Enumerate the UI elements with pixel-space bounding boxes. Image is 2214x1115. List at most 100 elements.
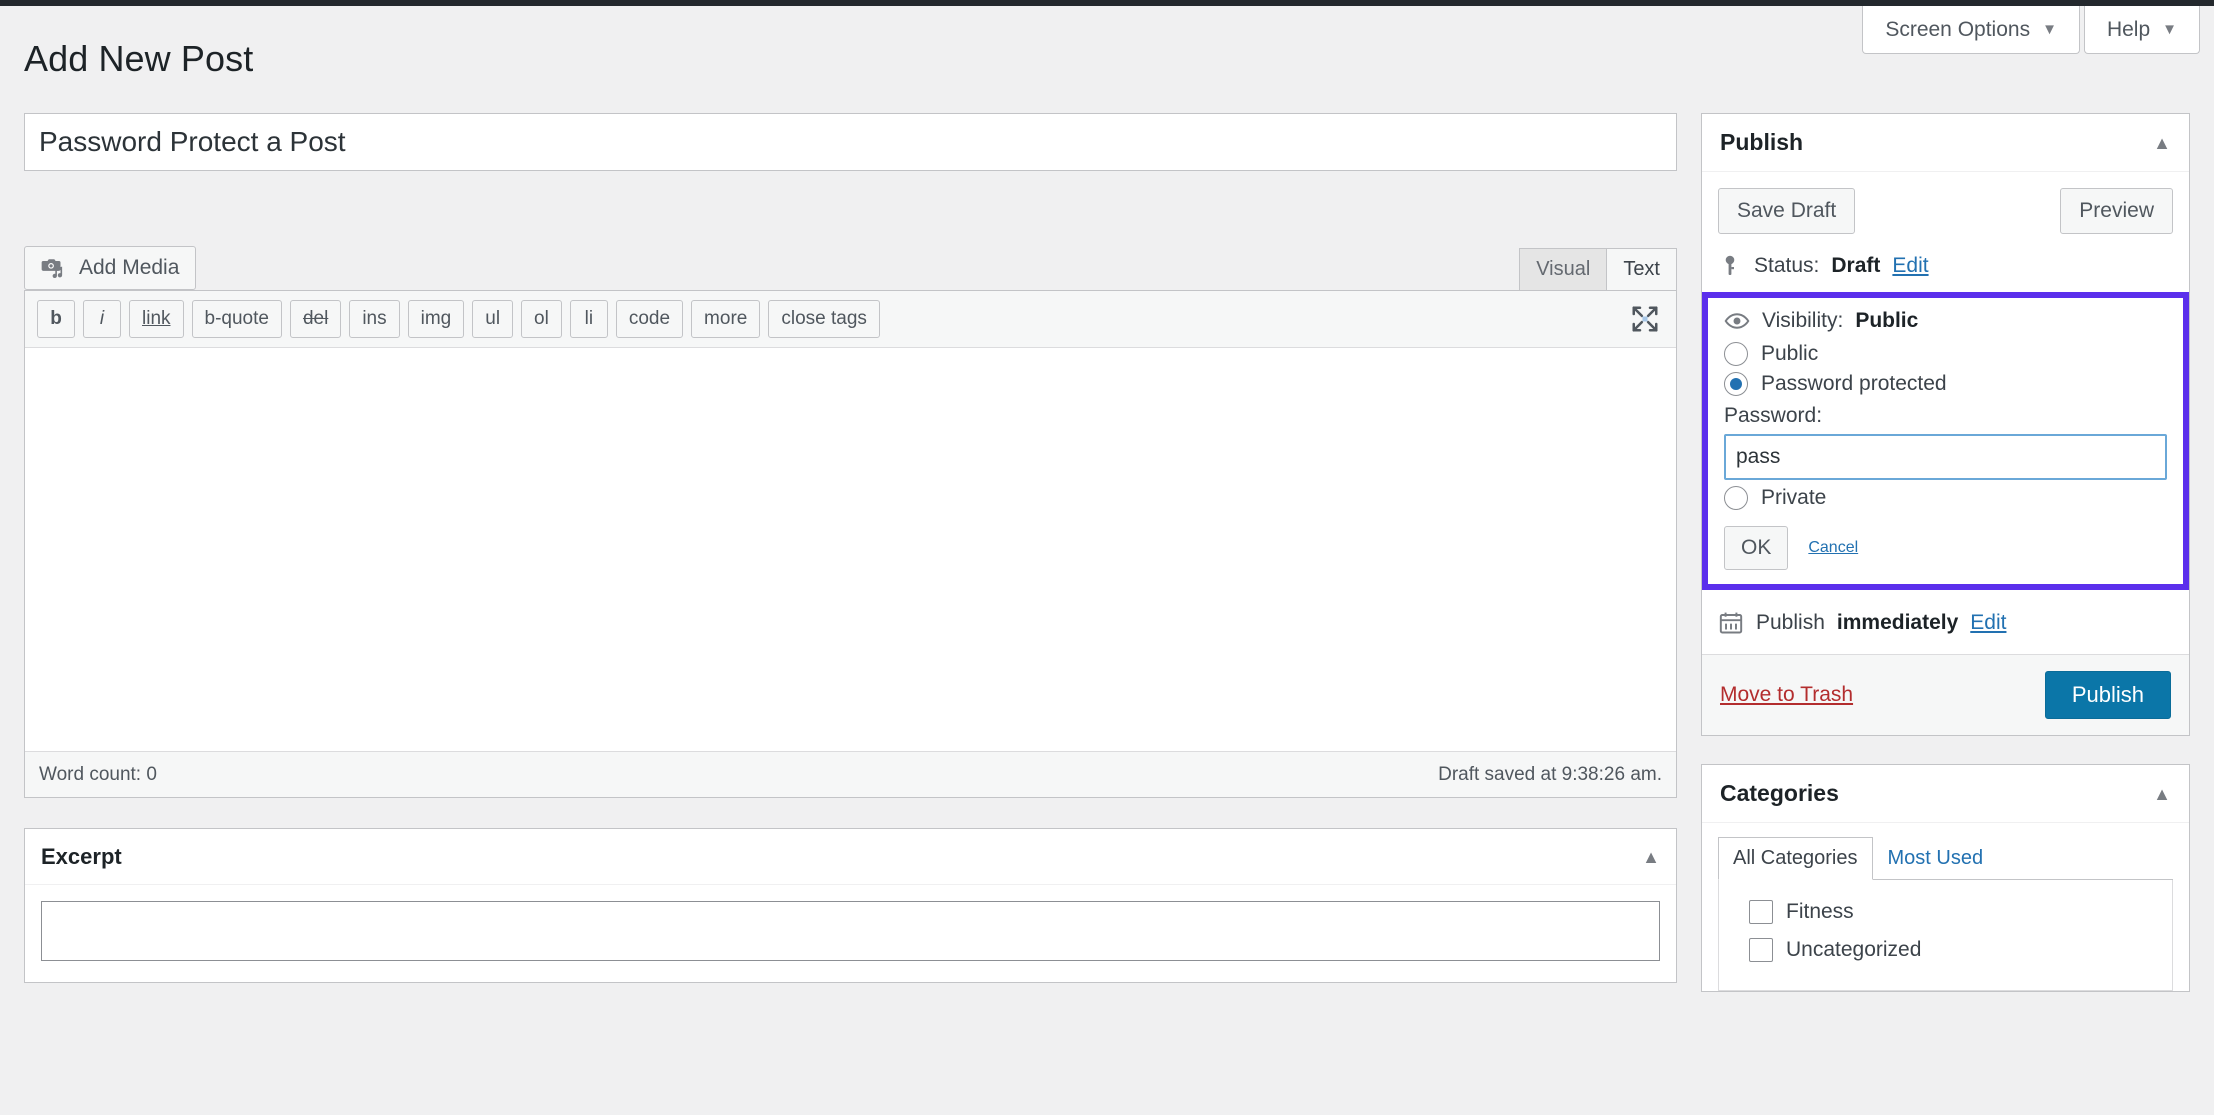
quicktag-del[interactable]: del <box>289 300 342 338</box>
publish-title: Publish <box>1720 129 1804 155</box>
editor-mode-tabs: Visual Text <box>1519 248 1677 290</box>
edit-publish-date-link[interactable]: Edit <box>1970 611 2006 635</box>
category-item-fitness[interactable]: Fitness <box>1749 900 2156 924</box>
checkbox-fitness[interactable] <box>1749 900 1773 924</box>
help-label: Help <box>2106 17 2151 41</box>
quicktag-li[interactable]: li <box>569 300 608 338</box>
chevron-down-icon: ▼ <box>2042 21 2057 38</box>
post-body-column: Add Media Visual Text b i link b-quote d… <box>24 113 1677 983</box>
radio-private[interactable] <box>1724 486 1748 510</box>
screen-options-label: Screen Options <box>1885 17 2031 41</box>
publish-major-actions: Move to Trash Publish <box>1702 654 2189 735</box>
tab-visual[interactable]: Visual <box>1519 248 1608 290</box>
word-count-label: Word count: 0 <box>39 763 157 785</box>
editor-wrap: Add Media Visual Text b i link b-quote d… <box>24 234 1677 798</box>
radio-public[interactable] <box>1724 342 1748 366</box>
category-label: Uncategorized <box>1786 938 1922 961</box>
chevron-up-icon[interactable]: ▲ <box>2153 785 2171 803</box>
visibility-value: Public <box>1855 309 1919 332</box>
post-password-input[interactable] <box>1724 434 2167 480</box>
quicktag-code[interactable]: code <box>615 300 684 338</box>
chevron-up-icon[interactable]: ▲ <box>2153 134 2171 152</box>
quicktag-b[interactable]: b <box>37 300 75 338</box>
add-media-label: Add Media <box>79 256 180 279</box>
categories-tabs: All Categories Most Used <box>1718 837 2173 880</box>
chevron-down-icon: ▼ <box>2162 21 2177 38</box>
quicktag-img[interactable]: img <box>407 300 465 338</box>
edit-status-link[interactable]: Edit <box>1892 254 1928 278</box>
category-label: Fitness <box>1786 900 1854 923</box>
radio-password-protected[interactable] <box>1724 372 1748 396</box>
post-status-row: Status: Draft Edit <box>1718 248 2173 292</box>
categories-inside: All Categories Most Used Fitness Uncateg… <box>1702 823 2189 991</box>
visibility-ok-button[interactable]: OK <box>1724 526 1789 570</box>
visibility-prefix-label: Visibility: <box>1762 309 1844 332</box>
fullscreen-toggle-button[interactable] <box>1628 302 1662 336</box>
visibility-confirm-row: OK Cancel <box>1724 526 2167 570</box>
screen-options-button[interactable]: Screen Options ▼ <box>1862 6 2080 54</box>
tab-all-categories[interactable]: All Categories <box>1718 837 1873 880</box>
draft-preview-row: Save Draft Preview <box>1718 188 2173 234</box>
quicktag-link[interactable]: link <box>129 300 184 338</box>
draft-saved-label: Draft saved at 9:38:26 am. <box>1438 763 1662 785</box>
publish-minor-actions: Save Draft Preview Status: Draft Edit Vi… <box>1702 172 2189 590</box>
visibility-option-private[interactable]: Private <box>1724 486 2167 510</box>
visibility-cancel-link[interactable]: Cancel <box>1808 539 1858 557</box>
post-title-wrap[interactable] <box>24 113 1677 171</box>
quicktag-close-tags[interactable]: close tags <box>768 300 880 338</box>
categories-list: Fitness Uncategorized <box>1718 880 2173 991</box>
category-item-uncategorized[interactable]: Uncategorized <box>1749 938 2156 962</box>
move-to-trash-link[interactable]: Move to Trash <box>1720 683 1853 707</box>
preview-button[interactable]: Preview <box>2060 188 2173 234</box>
eye-icon <box>1724 308 1750 334</box>
quicktag-i[interactable]: i <box>83 300 121 338</box>
key-icon <box>1718 254 1742 278</box>
status-value: Draft <box>1831 254 1881 277</box>
expand-arrows-icon <box>1630 304 1660 334</box>
sidebar-column: Publish ▲ Save Draft Preview Status: Dra… <box>1701 113 2190 992</box>
publish-button[interactable]: Publish <box>2044 671 2171 719</box>
visibility-row: Visibility: Public <box>1724 308 2167 334</box>
save-draft-button[interactable]: Save Draft <box>1718 188 1856 234</box>
tab-most-used[interactable]: Most Used <box>1873 837 1999 880</box>
categories-header[interactable]: Categories ▲ <box>1702 765 2189 823</box>
add-media-button[interactable]: Add Media <box>24 246 197 290</box>
excerpt-textarea[interactable] <box>41 901 1660 961</box>
status-prefix-label: Status: <box>1754 254 1820 277</box>
excerpt-title: Excerpt <box>41 843 122 869</box>
quicktags-toolbar: b i link b-quote del ins img ul ol li co… <box>25 291 1676 348</box>
excerpt-postbox: Excerpt ▲ <box>24 828 1677 983</box>
categories-title: Categories <box>1720 780 1839 806</box>
help-button[interactable]: Help ▼ <box>2083 6 2200 54</box>
excerpt-inside <box>25 885 1676 982</box>
quicktag-b-quote[interactable]: b-quote <box>191 300 282 338</box>
publish-date-prefix: Publish <box>1756 611 1825 634</box>
quicktag-more[interactable]: more <box>691 300 761 338</box>
visibility-option-public[interactable]: Public <box>1724 342 2167 366</box>
add-media-icon <box>41 255 67 281</box>
categories-postbox: Categories ▲ All Categories Most Used Fi… <box>1701 764 2190 992</box>
screen-meta-links: Screen Options ▼ Help ▼ <box>1862 6 2200 54</box>
editor-top-bar: Add Media Visual Text <box>24 234 1677 290</box>
visibility-option-private-label: Private <box>1761 486 1827 509</box>
publish-date-value: immediately <box>1836 611 1959 634</box>
quicktag-ins[interactable]: ins <box>349 300 400 338</box>
checkbox-uncategorized[interactable] <box>1749 938 1773 962</box>
calendar-icon <box>1718 610 1744 636</box>
chevron-up-icon[interactable]: ▲ <box>1642 848 1660 866</box>
publish-date-row: Publish immediately Edit <box>1702 590 2189 654</box>
publish-header[interactable]: Publish ▲ <box>1702 114 2189 172</box>
editor-status-bar: Word count: 0 Draft saved at 9:38:26 am. <box>25 751 1676 797</box>
quicktag-ol[interactable]: ol <box>521 300 562 338</box>
publish-postbox: Publish ▲ Save Draft Preview Status: Dra… <box>1701 113 2190 736</box>
editor-box: b i link b-quote del ins img ul ol li co… <box>24 290 1677 798</box>
visibility-option-public-label: Public <box>1761 342 1819 365</box>
excerpt-header[interactable]: Excerpt ▲ <box>25 829 1676 885</box>
post-title-input[interactable] <box>39 126 1662 158</box>
page-title: Add New Post <box>24 38 254 79</box>
quicktag-ul[interactable]: ul <box>472 300 514 338</box>
tab-text[interactable]: Text <box>1606 248 1677 290</box>
password-field-label: Password: <box>1724 404 1823 427</box>
post-content-textarea[interactable] <box>25 348 1676 746</box>
visibility-option-password[interactable]: Password protected <box>1724 372 2167 396</box>
